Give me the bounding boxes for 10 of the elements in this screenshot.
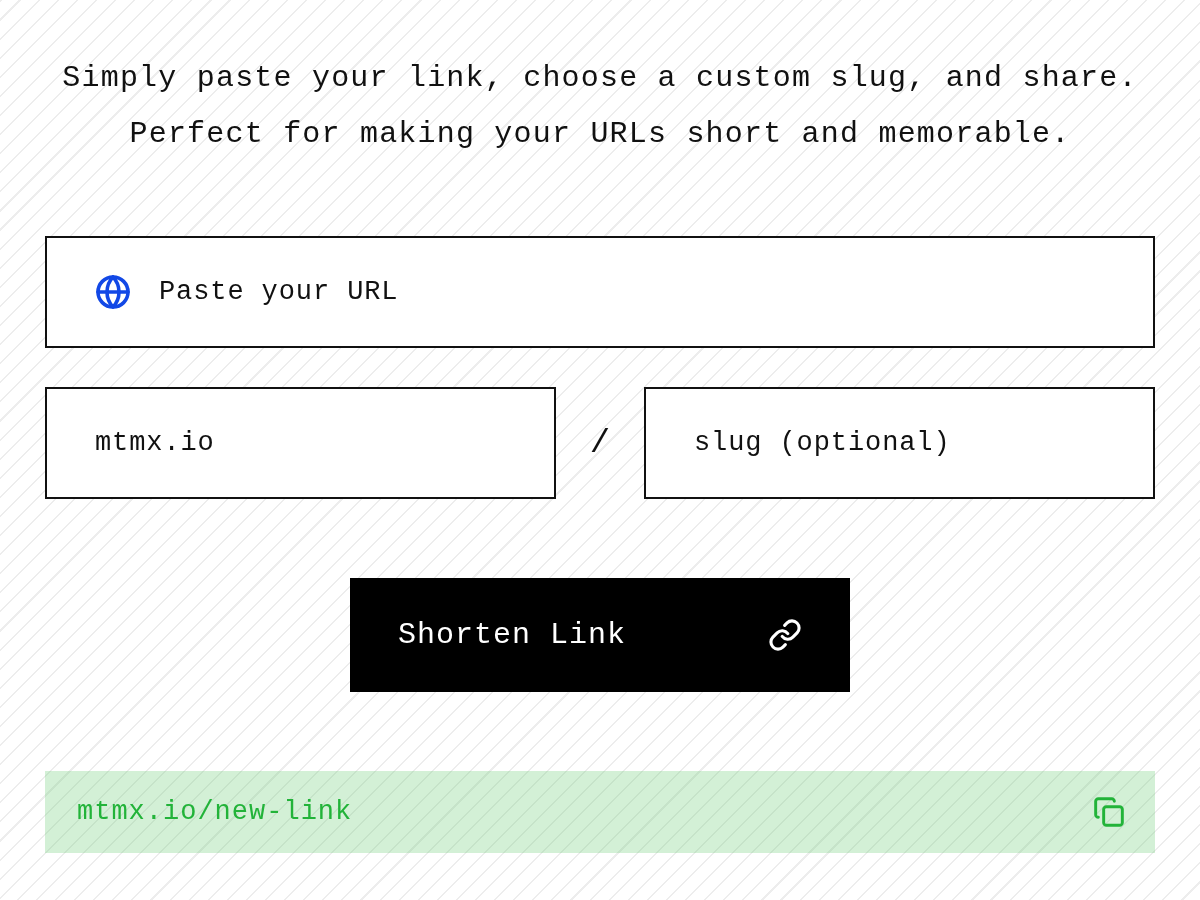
domain-field[interactable]: mtmx.io <box>45 387 556 499</box>
url-field[interactable]: Paste your URL <box>45 236 1155 348</box>
shorten-link-button[interactable]: Shorten Link <box>350 578 850 692</box>
intro-text: Simply paste your link, choose a custom slug, and share. <box>62 60 1138 97</box>
copy-icon[interactable] <box>1093 796 1125 828</box>
path-separator: / <box>589 424 611 462</box>
link-icon <box>768 618 802 652</box>
slug-field[interactable]: slug (optional) <box>644 387 1155 499</box>
globe-icon <box>95 274 131 310</box>
intro-text: Perfect for making your URLs short and memorable. <box>129 116 1071 153</box>
